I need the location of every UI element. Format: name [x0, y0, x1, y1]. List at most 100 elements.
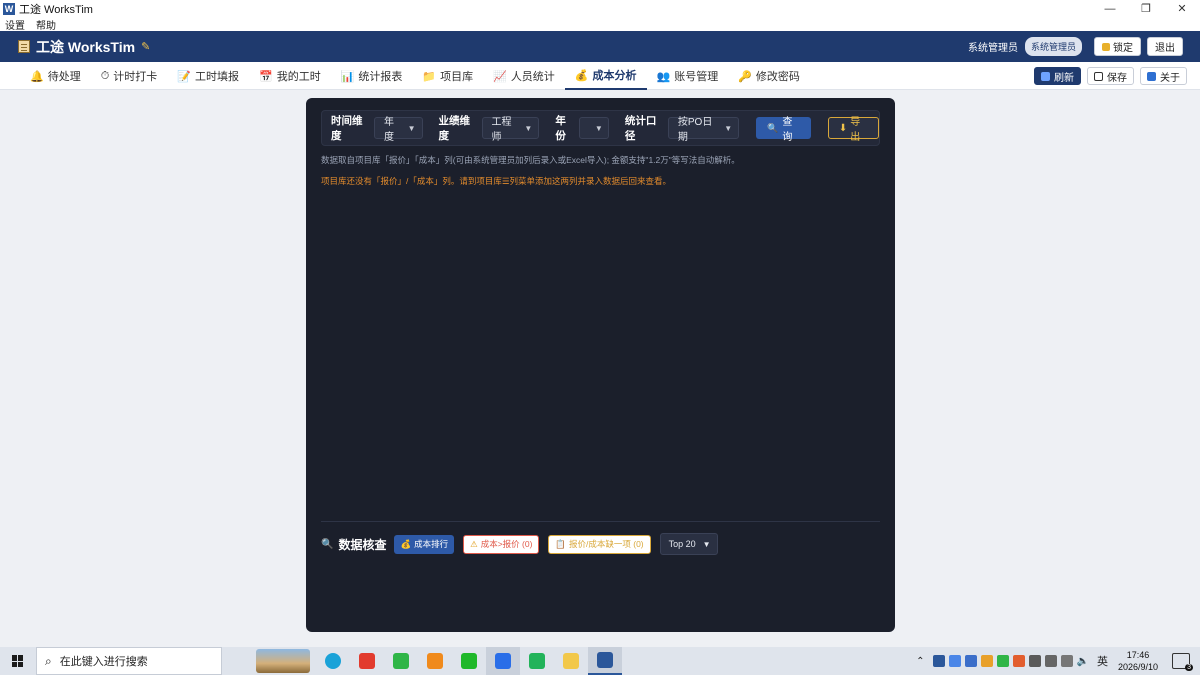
time-dimension-select[interactable]: 年度 ▼ [374, 117, 423, 143]
nav-bar: 🔔 待处理 ⏱ 计时打卡 📝 工时填报 📅 我的工时 📊 统计报表 📁 项目库 📈 人员统计 … [0, 62, 1200, 90]
system-tray: ⌃ 🔈 英 17:46 2026/9/10 3 [916, 647, 1200, 675]
missing-columns-warning: 项目库还没有「报价」/「成本」列。请到项目库☰列菜单添加这两列并录入数据后回来查… [321, 176, 671, 186]
data-check-title: 🔍 数据核查 [321, 536, 386, 553]
taskbar-search[interactable]: ⌕ 在此键入进行搜索 [36, 647, 222, 675]
tray-app-icon[interactable] [1028, 655, 1041, 667]
calendar-icon: 📅 [259, 70, 273, 83]
tray-app-icon[interactable] [980, 655, 993, 667]
window-title: 工途 WorksTim [19, 3, 93, 16]
chevron-up-icon[interactable]: ⌃ [916, 656, 924, 667]
tray-app-icon[interactable] [948, 655, 961, 667]
notification-count: 3 [1185, 664, 1193, 671]
refresh-button[interactable]: 刷新 [1034, 67, 1081, 85]
chevron-down-icon: ▼ [594, 123, 603, 133]
tab-label: 修改密码 [755, 71, 800, 83]
clipboard-icon [18, 40, 30, 53]
close-button[interactable]: ✕ [1164, 0, 1200, 17]
tab-label: 统计报表 [358, 71, 403, 83]
tab-accounts[interactable]: 👥 账号管理 [647, 62, 729, 90]
tray-app-icon[interactable] [964, 655, 977, 667]
maximize-button[interactable]: ❐ [1128, 0, 1164, 17]
tab-label: 待处理 [47, 71, 81, 83]
tab-projects[interactable]: 📁 项目库 [412, 62, 483, 90]
lock-button[interactable]: 锁定 [1094, 37, 1141, 56]
taskbar-search-placeholder: 在此键入进行搜索 [59, 656, 148, 668]
tray-app-icon[interactable] [932, 655, 945, 667]
lock-button-label: 锁定 [1113, 43, 1133, 54]
year-label: 年份 [555, 115, 566, 142]
refresh-label: 刷新 [1054, 72, 1074, 84]
input-language[interactable]: 英 [1097, 653, 1108, 669]
chart-trend-icon: 📈 [493, 70, 507, 83]
window-controls: — ❐ ✕ [1092, 0, 1200, 17]
folder-icon: 📁 [422, 70, 437, 83]
divider [321, 521, 880, 522]
cost-ranking-button[interactable]: 💰 成本排行 [394, 534, 455, 554]
tab-timer[interactable]: ⏱ 计时打卡 [91, 62, 168, 90]
export-button[interactable]: ⬇ 导出 [827, 117, 879, 143]
top-n-select[interactable]: Top 20 ▼ [659, 533, 718, 555]
notification-icon[interactable]: 3 [1172, 653, 1193, 671]
tab-pending[interactable]: 🔔 待处理 [20, 62, 91, 90]
users-icon: 👥 [656, 70, 671, 83]
chat-app[interactable] [520, 647, 554, 675]
feishu-app[interactable] [486, 647, 520, 675]
save-button[interactable]: 保存 [1087, 67, 1134, 85]
file-explorer-app[interactable] [554, 647, 588, 675]
tab-label: 我的工时 [276, 71, 321, 83]
key-icon: 🔑 [738, 70, 752, 83]
orange-app[interactable] [418, 647, 452, 675]
biz-dimension-select[interactable]: 工程师 ▼ [481, 117, 540, 143]
data-source-note: 数据取自项目库「报价」「成本」列(可由系统管理员加列后录入或Excel导入); … [321, 155, 740, 165]
brand: 工途 WorksTim ✎ [18, 37, 150, 57]
query-label: 查询 [782, 117, 793, 143]
clock[interactable]: 17:46 2026/9/10 [1118, 649, 1158, 673]
minimize-button[interactable]: — [1092, 0, 1128, 17]
wechat-app[interactable] [452, 647, 486, 675]
save-icon [1094, 71, 1103, 81]
tab-label: 人员统计 [510, 71, 555, 83]
tab-timesheet[interactable]: 📝 工时填报 [167, 62, 249, 90]
tray-app-icon[interactable] [996, 655, 1009, 667]
brand-name: 工途 WorksTim [36, 38, 136, 55]
missing-value-button[interactable]: 📋 报价/成本缺一项 (0) [548, 534, 651, 554]
time-dimension-label: 时间维度 [331, 115, 363, 142]
taskbar-apps [316, 647, 622, 675]
scope-value: 按PO日期 [677, 117, 713, 143]
news-widget-image[interactable] [256, 649, 310, 673]
scope-select[interactable]: 按PO日期 ▼ [667, 117, 740, 143]
menu-help[interactable]: 帮助 [36, 17, 56, 32]
cost-analysis-panel: 时间维度 年度 ▼ 业绩维度 工程师 ▼ 年份 ▼ 统计口径 按PO日期 ▼ 🔍 查询 … [306, 98, 895, 632]
workstim-app[interactable] [588, 647, 622, 675]
magnifier-icon: 🔍 [321, 538, 334, 550]
tab-cost-analysis[interactable]: 💰 成本分析 [564, 62, 647, 90]
tab-label: 账号管理 [674, 71, 719, 83]
role-badge: 系统管理员 [1024, 37, 1082, 56]
tab-my-hours[interactable]: 📅 我的工时 [249, 62, 331, 90]
bell-icon: 🔔 [30, 70, 44, 83]
battery-icon[interactable] [1044, 655, 1057, 667]
money-bag-icon: 💰 [574, 69, 589, 82]
header-user-area: 系统管理员 系统管理员 锁定 退出 [968, 37, 1183, 56]
cost-over-quote-button[interactable]: ⚠ 成本>报价 (0) [463, 534, 540, 554]
network-icon[interactable] [1060, 655, 1073, 667]
biz-dimension-label: 业绩维度 [438, 115, 471, 142]
stopwatch-icon: ⏱ [100, 69, 110, 82]
tab-change-password[interactable]: 🔑 修改密码 [728, 62, 810, 90]
about-label: 关于 [1160, 72, 1180, 84]
query-button[interactable]: 🔍 查询 [756, 117, 811, 143]
tray-app-icon[interactable] [1012, 655, 1025, 667]
year-select[interactable]: ▼ [578, 117, 609, 139]
volume-icon[interactable]: 🔈 [1077, 656, 1089, 667]
wechat-work-app[interactable] [384, 647, 418, 675]
menu-bar: 设置 帮助 [0, 17, 1200, 32]
red-app[interactable] [350, 647, 384, 675]
edge-app[interactable] [316, 647, 350, 675]
start-button[interactable] [0, 647, 36, 675]
logout-button[interactable]: 退出 [1147, 37, 1183, 56]
tab-reports[interactable]: 📊 统计报表 [331, 62, 413, 90]
windows-taskbar: ⌕ 在此键入进行搜索 ⌃ 🔈 英 17:46 2026/9/10 3 [0, 647, 1200, 675]
menu-settings[interactable]: 设置 [5, 17, 25, 32]
tab-staff-stats[interactable]: 📈 人员统计 [483, 62, 565, 90]
about-button[interactable]: 关于 [1140, 67, 1187, 85]
